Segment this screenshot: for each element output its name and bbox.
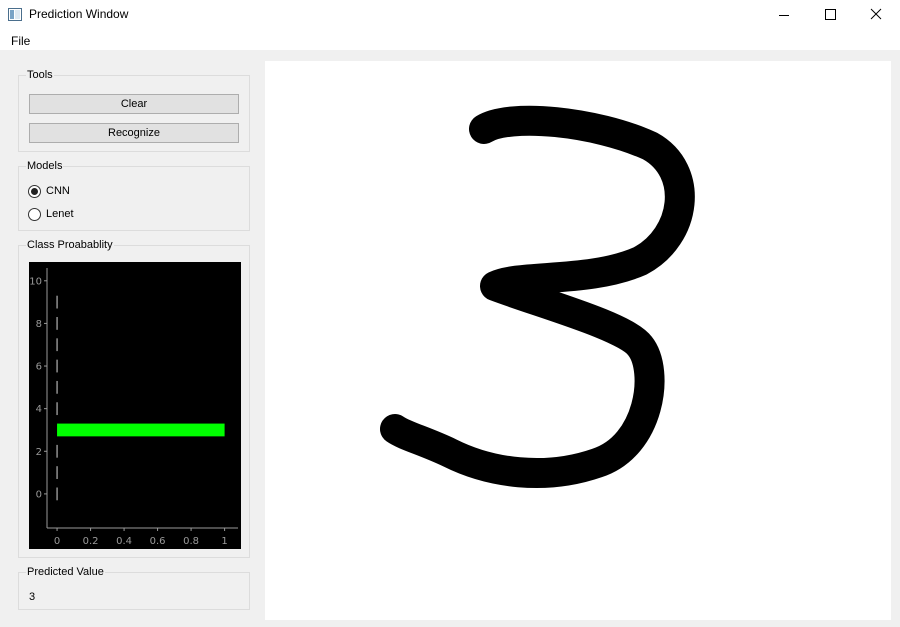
chart-x-tick-label: 0.2 [83, 536, 99, 547]
predicted-value-group: Predicted Value 3 [18, 565, 250, 610]
models-group-title: Models [26, 159, 64, 173]
window-title: Prediction Window [29, 7, 129, 21]
minimize-icon [779, 15, 789, 16]
radio-button-cnn[interactable] [28, 185, 41, 198]
class-probability-group: Class Proabablity 0 0.2 0.4 0.6 0.8 1 0 2 4 6 8 10 [18, 238, 250, 558]
title-bar[interactable]: Prediction Window [0, 0, 900, 30]
prediction-window: Prediction Window File Tools Clear Recog… [0, 0, 900, 627]
predicted-value: 3 [29, 591, 36, 603]
maximize-button[interactable] [807, 0, 853, 30]
chart-x-tick-label: 0.6 [150, 536, 166, 547]
clear-button[interactable]: Clear [29, 94, 239, 114]
minimize-button[interactable] [761, 0, 807, 30]
chart-y-tick-label: 10 [29, 276, 42, 287]
chart-y-tick-label: 2 [36, 447, 42, 458]
radio-selected-dot [31, 188, 38, 195]
chart-x-tick-label: 0.4 [116, 536, 132, 547]
chart-y-tick-label: 6 [36, 362, 42, 373]
class-probability-chart: 0 0.2 0.4 0.6 0.8 1 0 2 4 6 8 10 [29, 262, 241, 549]
chart-x-tick-label: 1 [221, 536, 227, 547]
model-label-cnn: CNN [46, 185, 70, 197]
chart-x-tick-label: 0.8 [183, 536, 199, 547]
app-window-icon [8, 8, 22, 21]
model-label-lenet: Lenet [46, 208, 74, 220]
chart-y-tick-label: 0 [36, 489, 42, 500]
close-icon [870, 8, 882, 20]
recognize-button[interactable]: Recognize [29, 123, 239, 143]
probability-bar [57, 423, 225, 437]
chart-x-tick-label: 0 [54, 536, 60, 547]
menu-bar: File [0, 30, 900, 50]
chart-y-tick-label: 4 [36, 404, 42, 415]
tools-group-title: Tools [26, 68, 54, 82]
probability-bar-chart: 0 0.2 0.4 0.6 0.8 10246810 [29, 268, 238, 547]
chart-y-tick-label: 8 [36, 319, 42, 330]
close-button[interactable] [853, 0, 899, 30]
models-group: Models CNN Lenet [18, 159, 250, 231]
predicted-value-title: Predicted Value [26, 565, 105, 579]
maximize-icon [825, 9, 836, 20]
handwritten-digit-stroke [380, 105, 695, 489]
tools-group: Tools Clear Recognize [18, 68, 250, 152]
radio-button-lenet[interactable] [28, 208, 41, 221]
class-probability-title: Class Proabablity [26, 238, 114, 252]
drawing-canvas[interactable] [265, 61, 891, 620]
menu-file[interactable]: File [11, 34, 30, 48]
